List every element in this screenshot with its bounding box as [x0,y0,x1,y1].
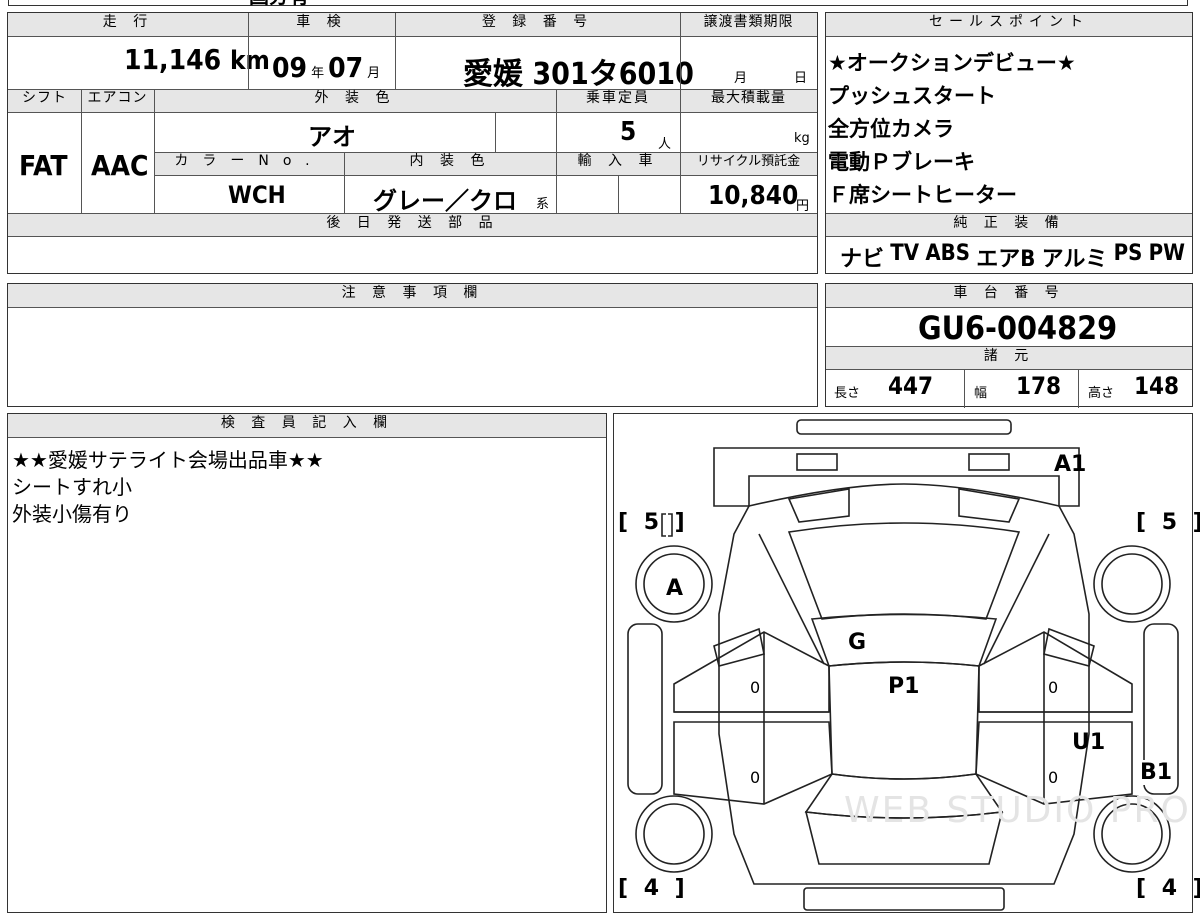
mileage-unit: km [229,46,270,76]
max-load-unit: kg [794,131,810,146]
door-mark-rear-left: 0 [750,768,761,787]
inspector-note-2: シートすれ小 [12,475,132,499]
equip-pw: PW [1148,241,1185,266]
header-aircon: エアコン [87,90,148,106]
interior-color-value: グレー／クロ [373,187,517,215]
header-recycle-fee: リサイクル預託金 [696,154,801,169]
spec-height-label: 高さ [1088,386,1115,401]
equip-navi: ナビ [840,247,885,272]
inspection-month-unit: 月 [367,66,381,81]
mark-b1: B1 [1140,760,1173,785]
capacity-value: 5 [620,117,637,147]
mark-p1: P1 [888,674,920,699]
header-notes: 注 意 事 項 欄 [8,284,817,308]
chassis-panel: 車 台 番 号 GU6-004829 諸 元 長さ 447 幅 178 高さ 1… [825,283,1193,408]
recycle-fee-value: 10,840 [708,181,799,211]
door-mark-front-left: 0 [750,678,761,697]
header-registration: 登 録 番 号 [481,14,594,30]
spec-width-label: 幅 [974,386,988,401]
header-exterior-color: 外 装 色 [314,90,396,106]
header-chassis-number: 車 台 番 号 [826,284,1192,308]
transfer-deadline-month: 月 [734,71,748,86]
car-diagram [627,419,1179,911]
sales-point-3: 全方位カメラ [828,117,954,141]
vehicle-info-grid: 走 行 車 検 登 録 番 号 譲渡書類期限 11,146 km 09 年 07 月 … [7,12,818,274]
chassis-number-value: GU6-004829 [918,309,1118,347]
top-strip-partial-text: 国分有 [249,0,309,9]
genuine-equipment-list: ナビ TV ABS エアB アルミ PS PW [840,241,1185,273]
equip-alloy: アルミ [1041,247,1108,272]
door-mark-rear-right: 0 [1048,768,1059,787]
inspection-year: 09 [272,51,308,84]
equip-ps: PS [1113,241,1143,266]
inspector-panel: 検 査 員 記 入 欄 ★★愛媛サテライト会場出品車★★ シートすれ小 外装小傷… [7,413,607,913]
aircon-value: AAC [91,149,149,182]
watermark: WEB STUDIO PRO [844,790,1191,831]
sales-point-1: ★オークションデビュー★ [828,51,1076,75]
tire-rear-left-depth: [ 4 ] [618,876,689,901]
spec-height-value: 148 [1134,372,1180,400]
mileage-value: 11,146 [124,43,222,76]
inspector-note-1: ★★愛媛サテライト会場出品車★★ [12,448,324,472]
header-inspection: 車 検 [296,14,347,30]
header-mileage: 走 行 [102,14,154,30]
spec-width-value: 178 [1016,372,1062,400]
mark-a: A [666,576,684,601]
mark-u1: U1 [1072,730,1106,755]
recycle-fee-unit: 円 [796,199,810,214]
header-import: 輸 入 車 [577,153,659,169]
inspector-note-3: 外装小傷有り [12,502,132,526]
tire-rear-right-depth: [ 4 ] [1136,876,1200,901]
interior-color-suffix: 系 [536,197,550,212]
header-transfer-deadline: 譲渡書類期限 [703,14,794,30]
notes-panel: 注 意 事 項 欄 [7,283,818,407]
tire-front-left-depth: [ 5 ] [618,510,689,535]
capacity-unit: 人 [658,137,672,152]
equip-tv: TV [890,241,920,266]
inspection-month: 07 [328,51,364,84]
sales-point-2: プッシュスタート [828,84,996,108]
inspection-year-unit: 年 [311,66,325,81]
mark-g: G [848,630,867,655]
header-interior-color: 内 装 色 [409,153,491,169]
sales-points-panel: セールスポイント ★オークションデビュー★ プッシュスタート 全方位カメラ 電動… [825,12,1193,274]
tire-front-right-depth: [ 5 ] [1136,510,1200,535]
equip-airbag: エアB [976,247,1036,272]
registration-number: 愛媛 301タ6010 [463,57,694,92]
shift-value: FAT [19,149,68,182]
header-sales-points: セールスポイント [826,13,1192,37]
spec-length-label: 長さ [834,386,861,401]
header-max-load: 最大積載量 [711,90,786,106]
door-mark-front-right: 0 [1048,678,1059,697]
spec-length-value: 447 [888,372,934,400]
mark-a1: A1 [1054,452,1087,477]
header-color-no: カラーNo. [174,153,324,169]
header-specs: 諸 元 [826,346,1192,370]
header-inspector: 検 査 員 記 入 欄 [8,414,606,438]
transfer-deadline-day: 日 [794,71,808,86]
sales-point-4: 電動Ｐブレーキ [828,150,975,174]
header-later-parts: 後 日 発 送 部 品 [8,213,817,237]
top-strip: 国分有 [8,0,1188,9]
color-no-value: WCH [228,181,286,209]
sales-point-5: Ｆ席シートヒーター [828,183,1017,207]
exterior-color-value: アオ [308,123,356,151]
header-shift: シフト [22,90,67,106]
equip-abs: ABS [925,241,970,266]
damage-diagram-panel: [ 5 ] [ 5 ] [ 4 ] [ 4 ] A1 A G P1 U1 B1 … [613,413,1200,913]
header-genuine-equipment: 純 正 装 備 [826,213,1192,237]
header-capacity: 乗車定員 [586,90,650,106]
